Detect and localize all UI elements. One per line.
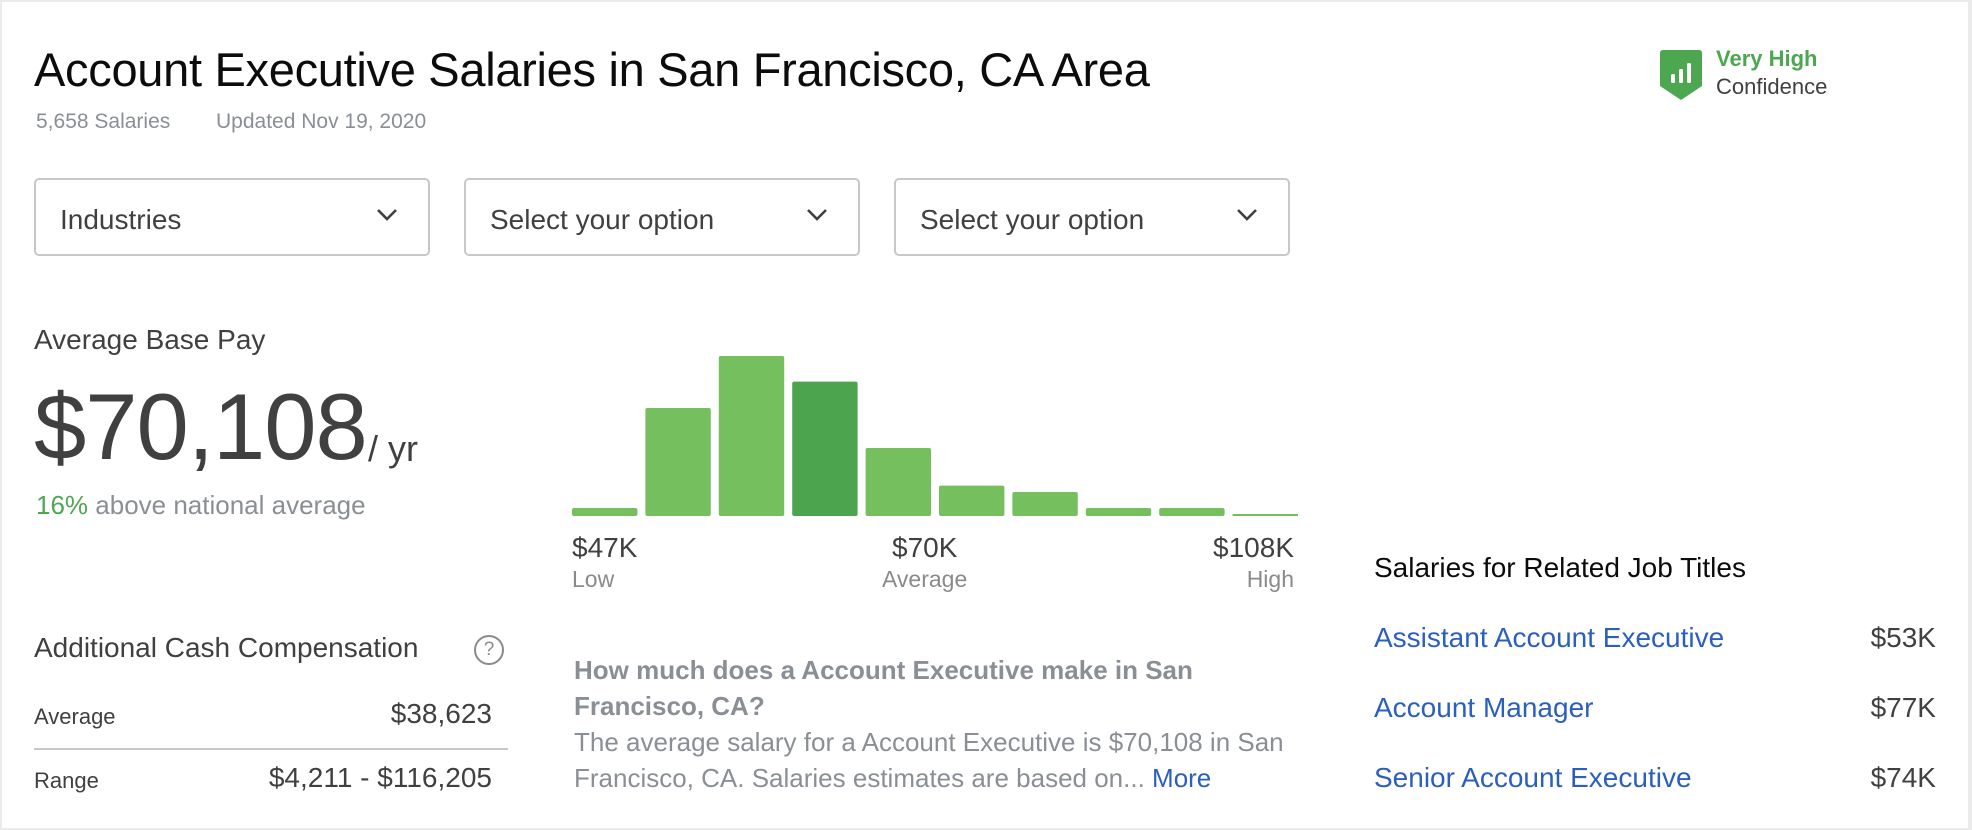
dropdown-label: Select your option (920, 204, 1144, 236)
dropdown-label: Select your option (490, 204, 714, 236)
confidence-label: Confidence (1716, 74, 1827, 100)
histogram-bar (572, 508, 637, 516)
acc-range-value: $4,211 - $116,205 (269, 762, 492, 794)
confidence-level: Very High (1716, 46, 1817, 72)
acc-average-label: Average (34, 704, 116, 730)
average-base-pay-label: Average Base Pay (34, 324, 265, 356)
updated-date: Updated Nov 19, 2020 (216, 110, 426, 134)
related-job-salary: $74K (1871, 762, 1936, 794)
related-job-salary: $53K (1871, 622, 1936, 654)
axis-high-value: $108K (1213, 532, 1294, 564)
more-link[interactable]: More (1152, 763, 1211, 793)
histogram-bar-average (792, 382, 857, 516)
histogram-bar (1086, 508, 1151, 516)
salary-page: Account Executive Salaries in San Franci… (2, 2, 1968, 828)
option-dropdown-1[interactable]: Select your option (464, 178, 860, 256)
histogram-bar (1159, 508, 1224, 516)
national-comparison: 16% above national average (36, 490, 366, 521)
faq-answer: The average salary for a Account Executi… (574, 724, 1294, 796)
salary-count: 5,658 Salaries (36, 110, 170, 134)
related-job-salary: $77K (1871, 692, 1936, 724)
dropdown-label: Industries (60, 204, 181, 236)
option-dropdown-2[interactable]: Select your option (894, 178, 1290, 256)
faq-question: How much does a Account Executive make i… (574, 652, 1274, 724)
help-icon[interactable]: ? (474, 635, 504, 665)
related-job-link[interactable]: Assistant Account Executive (1374, 622, 1724, 654)
divider (34, 748, 508, 750)
axis-average-value: $70K (892, 532, 957, 564)
pay-period: / yr (368, 428, 418, 470)
pct-text: above national average (88, 490, 366, 520)
histogram-bar (645, 408, 710, 516)
histogram-bar (939, 486, 1004, 516)
related-job-link[interactable]: Account Manager (1374, 692, 1593, 724)
histogram-bar (1233, 514, 1298, 516)
chevron-down-icon (806, 208, 828, 222)
acc-range-label: Range (34, 768, 99, 794)
chevron-down-icon (1236, 208, 1258, 222)
average-base-pay-amount: $70,108 (34, 380, 367, 474)
axis-average-label: Average (882, 566, 967, 593)
shield-bars-icon (1660, 50, 1702, 100)
chevron-down-icon (376, 208, 398, 222)
acc-average-value: $38,623 (391, 698, 492, 730)
pct-above: 16% (36, 490, 88, 520)
histogram-bar (866, 448, 931, 516)
axis-high-label: High (1247, 566, 1294, 593)
histogram-bar (719, 356, 784, 516)
confidence-badge: Very High Confidence (1660, 46, 1880, 106)
related-titles-heading: Salaries for Related Job Titles (1374, 552, 1746, 584)
related-job-link[interactable]: Senior Account Executive (1374, 762, 1692, 794)
histogram-bar (1012, 492, 1077, 516)
axis-low-value: $47K (572, 532, 637, 564)
page-title: Account Executive Salaries in San Franci… (34, 42, 1150, 97)
axis-low-label: Low (572, 566, 614, 593)
industries-dropdown[interactable]: Industries (34, 178, 430, 256)
additional-cash-title: Additional Cash Compensation (34, 632, 418, 664)
